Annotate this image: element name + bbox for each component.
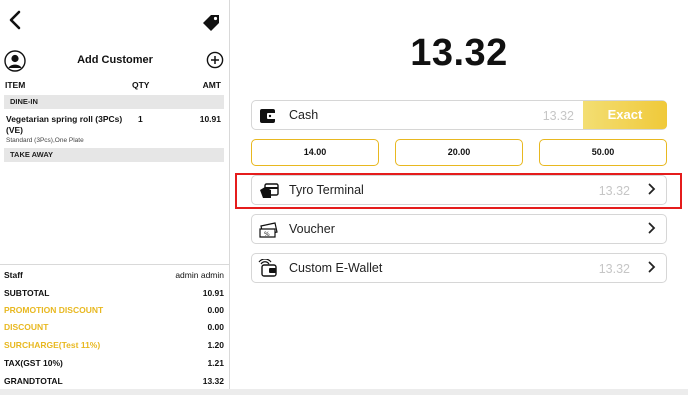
column-header-item: ITEM <box>5 80 26 90</box>
tax-row: TAX(GST 10%) 1.21 <box>4 358 224 372</box>
add-circle-icon[interactable] <box>206 51 224 69</box>
custom-e-wallet-row[interactable]: Custom E-Wallet 13.32 <box>251 253 667 283</box>
tag-icon[interactable] <box>201 13 221 33</box>
column-header-qty: QTY <box>132 80 150 90</box>
custom-e-wallet-amount: 13.32 <box>598 262 630 276</box>
voucher-label: Voucher <box>289 222 335 236</box>
subtotal-label: SUBTOTAL <box>4 288 50 298</box>
discount-value: 0.00 <box>207 322 224 332</box>
tax-value: 1.21 <box>207 358 224 368</box>
surcharge-row[interactable]: SURCHARGE(Test 11%) 1.20 <box>4 340 224 354</box>
chevron-right-icon <box>648 221 656 237</box>
tyro-terminal-row[interactable]: Tyro Terminal 13.32 <box>251 175 667 205</box>
staff-value: admin admin <box>175 270 224 280</box>
section-dine-in: DINE-IN <box>4 95 224 109</box>
quick-amount-button[interactable]: 14.00 <box>251 139 379 166</box>
wallet-icon <box>258 106 278 126</box>
totals-divider <box>0 264 230 265</box>
amount-due: 13.32 <box>410 32 508 74</box>
discount-label[interactable]: DISCOUNT <box>4 322 48 332</box>
voucher-row[interactable]: % Voucher <box>251 214 667 244</box>
grandtotal-label: GRANDTOTAL <box>4 376 63 386</box>
exact-button[interactable]: Exact <box>583 101 667 129</box>
custom-e-wallet-label: Custom E-Wallet <box>289 261 383 275</box>
subtotal-value: 10.91 <box>202 288 224 298</box>
order-item-qty: 1 <box>138 114 143 124</box>
promotion-discount-row[interactable]: PROMOTION DISCOUNT 0.00 <box>4 305 224 319</box>
card-terminal-icon <box>258 181 279 201</box>
cash-payment-row[interactable]: Cash 13.32 Exact <box>251 100 667 130</box>
order-topbar <box>0 0 230 44</box>
staff-row: Staff admin admin <box>4 270 224 284</box>
column-header-amt: AMT <box>202 80 221 90</box>
discount-row[interactable]: DISCOUNT 0.00 <box>4 322 224 336</box>
grandtotal-value: 13.32 <box>202 376 224 386</box>
tyro-terminal-label: Tyro Terminal <box>289 183 364 197</box>
back-arrow-icon[interactable] <box>8 10 28 32</box>
tax-label: TAX(GST 10%) <box>4 358 63 368</box>
quick-amount-button[interactable]: 20.00 <box>395 139 523 166</box>
e-wallet-icon <box>258 258 278 279</box>
staff-label: Staff <box>4 270 23 280</box>
order-item-modifiers: Standard (3Pcs),One Plate <box>6 137 84 144</box>
quick-amount-button[interactable]: 50.00 <box>539 139 667 166</box>
section-take-away: TAKE AWAY <box>4 148 224 162</box>
bottom-bar <box>0 389 688 395</box>
customer-row: Add Customer <box>0 48 230 74</box>
promotion-discount-value: 0.00 <box>207 305 224 315</box>
tyro-terminal-amount: 13.32 <box>598 184 630 198</box>
surcharge-label[interactable]: SURCHARGE(Test 11%) <box>4 340 100 350</box>
order-item-amount: 10.91 <box>199 114 221 124</box>
subtotal-row: SUBTOTAL 10.91 <box>4 288 224 302</box>
cash-label: Cash <box>289 108 319 122</box>
voucher-icon: % <box>258 220 278 240</box>
surcharge-value: 1.20 <box>207 340 224 350</box>
add-customer-button[interactable]: Add Customer <box>0 54 230 66</box>
svg-text:%: % <box>264 231 270 238</box>
cash-amount: 13.32 <box>542 109 574 123</box>
order-panel: Add Customer ITEM QTY AMT DINE-IN Vegeta… <box>0 0 230 389</box>
grandtotal-row: GRANDTOTAL 13.32 <box>4 376 224 390</box>
chevron-right-icon <box>648 260 656 276</box>
chevron-right-icon <box>648 182 656 198</box>
promotion-discount-label[interactable]: PROMOTION DISCOUNT <box>4 305 103 315</box>
order-item-name[interactable]: Vegetarian spring roll (3PCs) (VE) <box>6 114 126 136</box>
